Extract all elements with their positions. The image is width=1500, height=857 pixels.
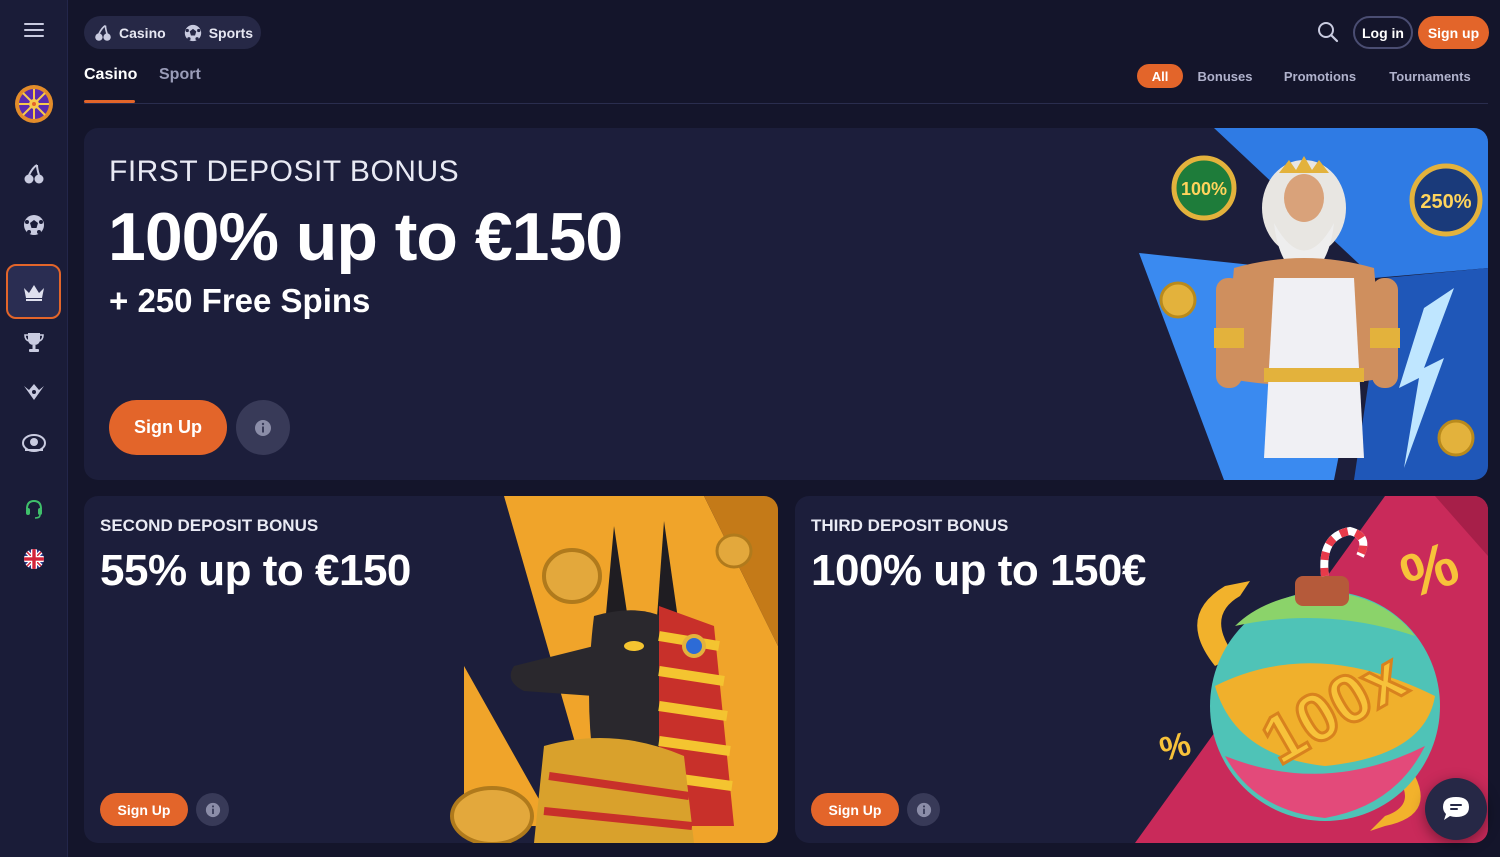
filter-tournaments[interactable]: Tournaments bbox=[1384, 64, 1476, 88]
anubis-artwork bbox=[450, 496, 778, 843]
crown-icon bbox=[23, 284, 44, 301]
top-header: Casino Sports Log in Sign up bbox=[68, 0, 1500, 64]
signup-cta-button[interactable]: Sign Up bbox=[811, 793, 899, 826]
login-button[interactable]: Log in bbox=[1353, 16, 1413, 49]
offer-eyebrow: THIRD DEPOSIT BONUS bbox=[811, 516, 1009, 535]
info-icon bbox=[255, 419, 271, 436]
filter-promotions[interactable]: Promotions bbox=[1280, 64, 1360, 88]
tab-casino[interactable]: Casino bbox=[84, 64, 137, 103]
offer-headline: 100% up to 150€ bbox=[811, 546, 1146, 595]
first-deposit-card: 100% 250% FIRST DEPOSIT BONUS 100% up to… bbox=[84, 128, 1488, 480]
info-icon bbox=[205, 802, 220, 817]
sidebar-item-vip[interactable] bbox=[13, 371, 55, 413]
support-headset-icon bbox=[26, 499, 42, 519]
percent-sign-small: % bbox=[1156, 725, 1195, 770]
third-deposit-card: 100x % % THIRD DEPOSIT BONUS 100% up to … bbox=[795, 496, 1488, 843]
sidebar-item-tournaments[interactable] bbox=[13, 321, 55, 363]
sidebar-item-support[interactable] bbox=[13, 488, 55, 530]
live-casino-icon bbox=[22, 434, 46, 452]
menu-icon[interactable] bbox=[13, 9, 55, 51]
filter-all[interactable]: All bbox=[1137, 64, 1183, 88]
wheel-of-fortune-icon[interactable] bbox=[13, 83, 55, 125]
offer-headline: 55% up to €150 bbox=[100, 546, 411, 595]
signup-cta-button[interactable]: Sign Up bbox=[109, 400, 227, 455]
product-switch: Casino Sports bbox=[84, 16, 261, 49]
info-button[interactable] bbox=[236, 400, 290, 455]
badge-100-label: 100% bbox=[1181, 179, 1227, 199]
search-button[interactable] bbox=[1314, 18, 1342, 46]
switch-sports-label: Sports bbox=[208, 24, 254, 41]
info-button[interactable] bbox=[196, 793, 229, 826]
offer-headline: 100% up to €150 bbox=[108, 199, 623, 275]
sidebar-item-live[interactable] bbox=[13, 421, 55, 463]
chat-bubble-icon bbox=[1443, 797, 1469, 820]
signup-cta-button[interactable]: Sign Up bbox=[100, 793, 188, 826]
soccer-ball-icon bbox=[184, 24, 201, 41]
info-button[interactable] bbox=[907, 793, 940, 826]
cherry-icon bbox=[24, 164, 44, 184]
sidebar bbox=[0, 0, 68, 857]
offer-subline: + 250 Free Spins bbox=[109, 282, 371, 319]
offer-eyebrow: SECOND DEPOSIT BONUS bbox=[100, 516, 319, 535]
trophy-icon bbox=[24, 333, 44, 352]
soccer-ball-icon bbox=[24, 215, 44, 235]
search-icon bbox=[1318, 22, 1339, 43]
switch-casino-label: Casino bbox=[119, 24, 166, 41]
cherry-icon bbox=[95, 24, 111, 41]
filter-bonuses[interactable]: Bonuses bbox=[1194, 64, 1256, 88]
tab-sport[interactable]: Sport bbox=[159, 64, 201, 103]
sidebar-item-language[interactable] bbox=[13, 538, 55, 580]
promo-tabs: Casino Sport All Bonuses Promotions Tour… bbox=[84, 64, 1488, 104]
badge-250-label: 250% bbox=[1420, 191, 1471, 213]
info-icon bbox=[916, 802, 931, 817]
vip-badge-icon bbox=[24, 384, 44, 400]
sidebar-item-promotions[interactable] bbox=[6, 264, 61, 319]
switch-casino[interactable]: Casino bbox=[94, 24, 166, 42]
uk-flag-icon bbox=[24, 549, 44, 569]
sidebar-item-sports[interactable] bbox=[13, 204, 55, 246]
signup-button[interactable]: Sign up bbox=[1418, 16, 1489, 49]
live-chat-button[interactable] bbox=[1425, 778, 1487, 840]
switch-sports[interactable]: Sports bbox=[184, 24, 253, 42]
offer-eyebrow: FIRST DEPOSIT BONUS bbox=[109, 155, 460, 188]
sidebar-item-casino[interactable] bbox=[13, 153, 55, 195]
second-deposit-card: SECOND DEPOSIT BONUS 55% up to €150 Sign… bbox=[84, 496, 778, 843]
zeus-artwork: 100% 250% bbox=[1139, 128, 1488, 480]
